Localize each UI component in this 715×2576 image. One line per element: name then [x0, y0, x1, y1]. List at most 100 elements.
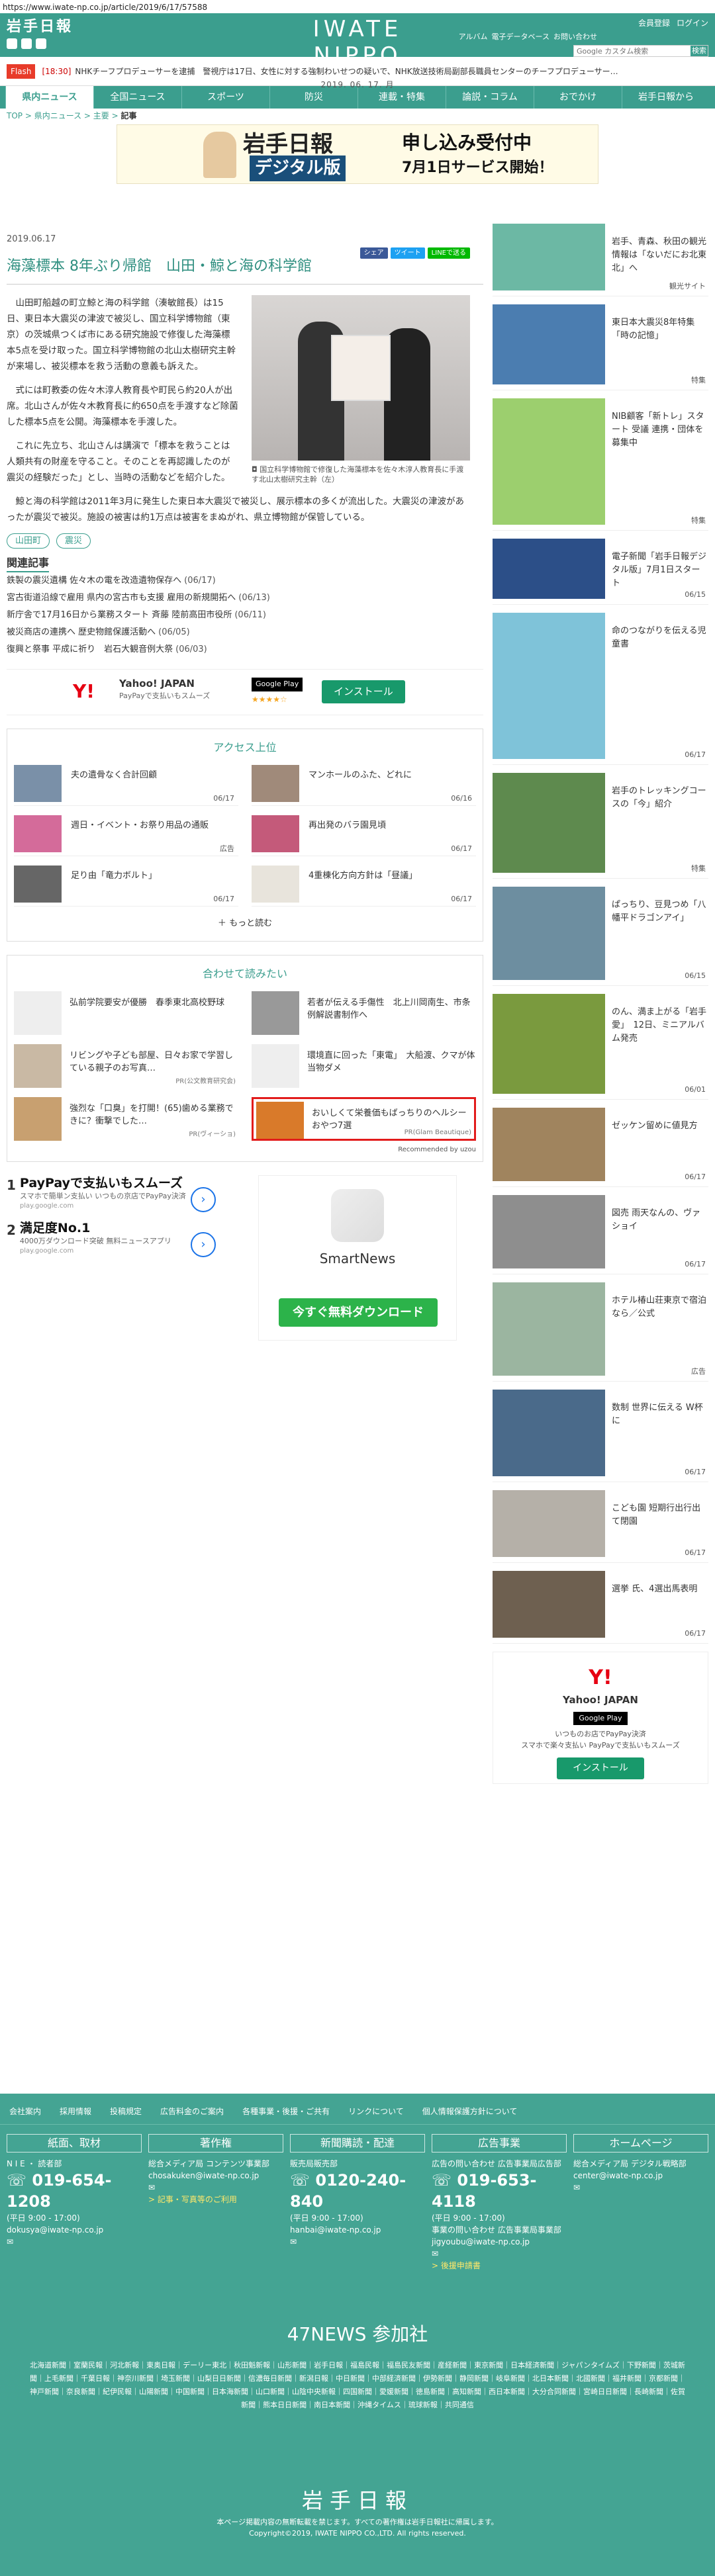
- footer-link[interactable]: 採用情報: [60, 2106, 91, 2117]
- usage-link[interactable]: > 記事・写真等のご利用: [148, 2194, 283, 2205]
- sidebar-item[interactable]: のん、満ま上がる「岩手愛」 12日、ミニアルバム発売 06/01: [493, 994, 708, 1100]
- sidebar-item[interactable]: 数制 世界に伝える W杯に 06/17: [493, 1390, 708, 1482]
- sidebar-item[interactable]: ぱっちり、豆見つめ「八幡平ドラゴンアイ」 06/15: [493, 887, 708, 986]
- tag-disaster[interactable]: 震災: [56, 533, 91, 549]
- related-item[interactable]: 宮古街道沿線で雇用 県内の宮古市も支援 雇用の新規開拓へ (06/13): [7, 590, 483, 607]
- install-button[interactable]: インストール: [322, 680, 405, 703]
- digital-banner-ad[interactable]: 岩手日報 デジタル版 申し込み受付中 7月1日サービス開始！: [117, 124, 598, 184]
- contact-link[interactable]: お問い合わせ: [553, 32, 597, 43]
- web-album-link[interactable]: アルバム: [459, 32, 488, 43]
- side-yahoo-ad[interactable]: Y! Yahoo! JAPAN Google Play いつものお店でPayPa…: [493, 1652, 708, 1784]
- sidebar-item[interactable]: 電子新聞「岩手日報デジタル版」7月1日スタート 06/15: [493, 539, 708, 605]
- email-link[interactable]: hanbai@iwate-np.co.jp: [290, 2224, 425, 2236]
- related-item[interactable]: 復興と祭事 平成に祈り 岩石大観音例大祭 (06/03): [7, 641, 483, 658]
- sidebar-item[interactable]: 図売 雨天なんの、ヴァショイ 06/17: [493, 1195, 708, 1274]
- mail-icon[interactable]: ✉: [573, 2182, 708, 2194]
- email-link[interactable]: jigyoubu@iwate-np.co.jp: [432, 2236, 567, 2248]
- recommended-item[interactable]: 強烈な「口臭」を打開！(65)歯める業務できに？衝撃でした… PR(ヴィーショ): [14, 1096, 238, 1141]
- related-link[interactable]: 鉄製の震災遺構 佐々木の電を改造遺物保存へ: [7, 576, 181, 586]
- ad-row[interactable]: 2 満足度No.1 4000万ダウンロード突破 無料ニュースアプリ play.goog…: [7, 1220, 218, 1257]
- mail-icon[interactable]: ✉: [7, 2236, 142, 2248]
- nav-from-nippo[interactable]: 岩手日報から: [622, 86, 710, 109]
- nav-sports[interactable]: スポーツ: [181, 86, 269, 109]
- arrow-right-icon[interactable]: ›: [191, 1186, 216, 1212]
- yahoo-ad-strip[interactable]: Y! Yahoo! JAPAN PayPayで支払いもスムーズ Google P…: [7, 669, 483, 715]
- line-share-button[interactable]: LINEで送る: [427, 247, 470, 259]
- ranking-item[interactable]: 週日・イベント・お祭り用品の通販 広告: [14, 815, 238, 856]
- related-link[interactable]: 被災商店の連携へ 歴史物館保護活動へ: [7, 627, 156, 637]
- phone-number[interactable]: ☏ 019-654-1208: [7, 2170, 142, 2212]
- 47news-member-list[interactable]: 北海道新聞｜室蘭民報｜河北新報｜東奥日報｜デーリー東北｜秋田魁新報｜山形新聞｜岩…: [26, 2359, 689, 2412]
- related-link[interactable]: 宮古街道沿線で雇用 県内の宮古市も支援 雇用の新規開拓へ: [7, 593, 236, 603]
- recommended-item[interactable]: リビングや子ども部屋、日々お家で学習している親子のお写真… PR(公文教育研究会): [14, 1044, 238, 1088]
- tweet-button[interactable]: ツイート: [390, 247, 425, 259]
- recommended-item[interactable]: 弘前学院要安が優勝 春季東北高校野球: [14, 991, 238, 1035]
- register-link[interactable]: 会員登録: [638, 17, 670, 29]
- crumb-main[interactable]: 主要: [93, 111, 109, 120]
- crumb-local[interactable]: 県内ニュース: [34, 111, 81, 120]
- ranking-item[interactable]: 4重棟化方向方針は「昼議」 06/17: [252, 866, 476, 907]
- database-link[interactable]: 電子データベース: [492, 32, 549, 43]
- brand-title[interactable]: IWATE NIPPO: [271, 16, 444, 69]
- paypay-ad[interactable]: 1 PayPayで支払いもスムーズ スマホで簡単ン支払い いつもの京店でPayPay…: [7, 1175, 218, 1341]
- twitter-icon[interactable]: [21, 38, 32, 49]
- facebook-icon[interactable]: [7, 38, 17, 49]
- recommended-item-highlighted[interactable]: おいしくて栄養価もばっちりのヘルシーおやつ7選 PR(Glam Beautique…: [252, 1096, 476, 1141]
- search-input[interactable]: [574, 46, 691, 56]
- ranking-item[interactable]: 再出発のバラ園見頃 06/17: [252, 815, 476, 856]
- more-button[interactable]: ＋ もっと読む: [14, 917, 476, 930]
- footer-link[interactable]: リンクについて: [348, 2106, 404, 2117]
- smartnews-ad[interactable]: SmartNews 今すぐ無料ダウンロード: [258, 1175, 457, 1341]
- email-link[interactable]: dokusya@iwate-np.co.jp: [7, 2224, 142, 2236]
- related-item[interactable]: 被災商店の連携へ 歴史物館保護活動へ (06/05): [7, 624, 483, 641]
- sponsor-form-link[interactable]: > 後援申請書: [432, 2260, 567, 2272]
- sidebar-item[interactable]: 選挙 氏、4選出馬表明 06/17: [493, 1571, 708, 1644]
- nav-local-news[interactable]: 県内ニュース: [5, 86, 93, 109]
- tag-yamada[interactable]: 山田町: [7, 533, 50, 549]
- instagram-icon[interactable]: [36, 38, 46, 49]
- login-link[interactable]: ログイン: [677, 17, 708, 29]
- sidebar-item[interactable]: 岩手のトレッキングコースの「今」紹介 特集: [493, 773, 708, 879]
- download-button[interactable]: 今すぐ無料ダウンロード: [279, 1298, 438, 1327]
- search-button[interactable]: 検索: [691, 46, 708, 56]
- sidebar-item[interactable]: こども園 短期行出行出て閉園 06/17: [493, 1490, 708, 1563]
- phone-number[interactable]: ☏ 0120-240-840: [290, 2170, 425, 2212]
- recommended-item[interactable]: 若者が伝える手傷性 北上川岡南生、市条例解説書制作へ: [252, 991, 476, 1035]
- footer-link[interactable]: 個人情報保護方針について: [422, 2106, 518, 2117]
- crumb-top[interactable]: TOP: [7, 111, 23, 120]
- nav-outing[interactable]: おでかけ: [534, 86, 622, 109]
- arrow-right-icon[interactable]: ›: [191, 1231, 216, 1257]
- sidebar-item[interactable]: ホテル椿山荘東京で宿泊なら／公式 広告: [493, 1282, 708, 1382]
- sidebar-item[interactable]: ゼッケン留めに値見方 06/17: [493, 1108, 708, 1187]
- footer-link[interactable]: 会社案内: [9, 2106, 41, 2117]
- uzou-credit[interactable]: Recommended by uzou: [14, 1145, 476, 1155]
- ranking-item[interactable]: 足り由「竜力ボルト」 06/17: [14, 866, 238, 907]
- footer-link[interactable]: 広告料金のご案内: [160, 2106, 224, 2117]
- related-link[interactable]: 復興と祭事 平成に祈り 岩石大観音例大祭: [7, 644, 173, 654]
- email-link[interactable]: chosakuken@iwate-np.co.jp: [148, 2170, 283, 2182]
- mail-icon[interactable]: ✉: [148, 2182, 283, 2194]
- mail-icon[interactable]: ✉: [432, 2248, 567, 2260]
- footer-link[interactable]: 投稿規定: [110, 2106, 142, 2117]
- related-item[interactable]: 鉄製の震災遺構 佐々木の電を改造遺物保存へ (06/17): [7, 572, 483, 590]
- footer-link[interactable]: 各種事業・後援・ご共有: [242, 2106, 330, 2117]
- sidebar-item[interactable]: 岩手、青森、秋田の観光情報は「ないだにお北東北」へ 観光サイト: [493, 224, 708, 296]
- ranking-item[interactable]: 夫の遺骨なく合計回顧 06/17: [14, 765, 238, 806]
- related-item[interactable]: 新庁舎で17月16日から業務スタート 斉藤 陸前高田市役所 (06/11): [7, 607, 483, 624]
- site-logo[interactable]: 岩手日報: [7, 16, 73, 38]
- nav-national-news[interactable]: 全国ニュース: [93, 86, 181, 109]
- email-link[interactable]: center@iwate-np.co.jp: [573, 2170, 708, 2182]
- ad-row[interactable]: 1 PayPayで支払いもスムーズ スマホで簡単ン支払い いつもの京店でPayPay…: [7, 1175, 218, 1212]
- phone-number[interactable]: ☏ 019-653-4118: [432, 2170, 567, 2212]
- sidebar-item[interactable]: 東日本大震災8年特集「時の記憶」 特集: [493, 304, 708, 390]
- mail-icon[interactable]: ✉: [290, 2236, 425, 2248]
- install-button[interactable]: インストール: [557, 1757, 644, 1779]
- ranking-item[interactable]: マンホールのふた、どれに 06/16: [252, 765, 476, 806]
- nav-column[interactable]: 論説・コラム: [446, 86, 534, 109]
- recommended-item[interactable]: 環境直に回った「東電」 大船渡、クマが体当物ダメ: [252, 1044, 476, 1088]
- sidebar-item[interactable]: 命のつながりを伝える児童書 06/17: [493, 613, 708, 765]
- sidebar-item[interactable]: NIB顧客「新トレ」スタート 受議 連携・団体を募集中 特集: [493, 398, 708, 531]
- article-photo[interactable]: [252, 294, 470, 461]
- related-link[interactable]: 新庁舎で17月16日から業務スタート 斉藤 陸前高田市役所: [7, 610, 232, 620]
- facebook-share-button[interactable]: シェア: [359, 247, 388, 259]
